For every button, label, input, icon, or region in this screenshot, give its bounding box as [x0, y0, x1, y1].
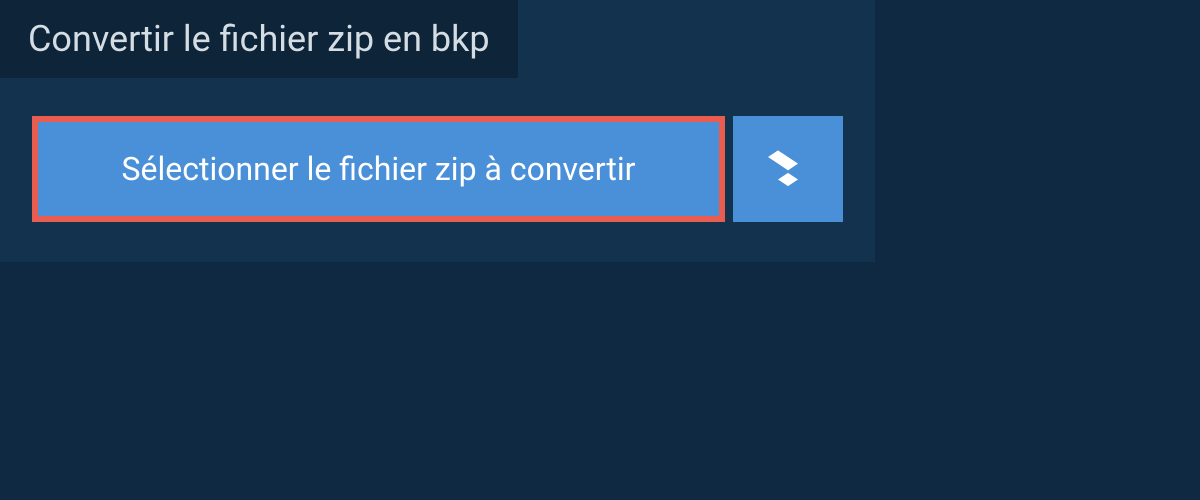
select-file-label: Sélectionner le fichier zip à convertir: [122, 150, 636, 188]
dropbox-button[interactable]: [733, 116, 843, 222]
title-text: Convertir le fichier zip en bkp: [28, 18, 490, 60]
converter-panel: Convertir le fichier zip en bkp Sélectio…: [0, 0, 875, 262]
dropbox-icon: [768, 147, 808, 191]
action-row: Sélectionner le fichier zip à convertir: [0, 78, 875, 222]
select-file-button[interactable]: Sélectionner le fichier zip à convertir: [32, 116, 725, 222]
page-title: Convertir le fichier zip en bkp: [0, 0, 518, 78]
